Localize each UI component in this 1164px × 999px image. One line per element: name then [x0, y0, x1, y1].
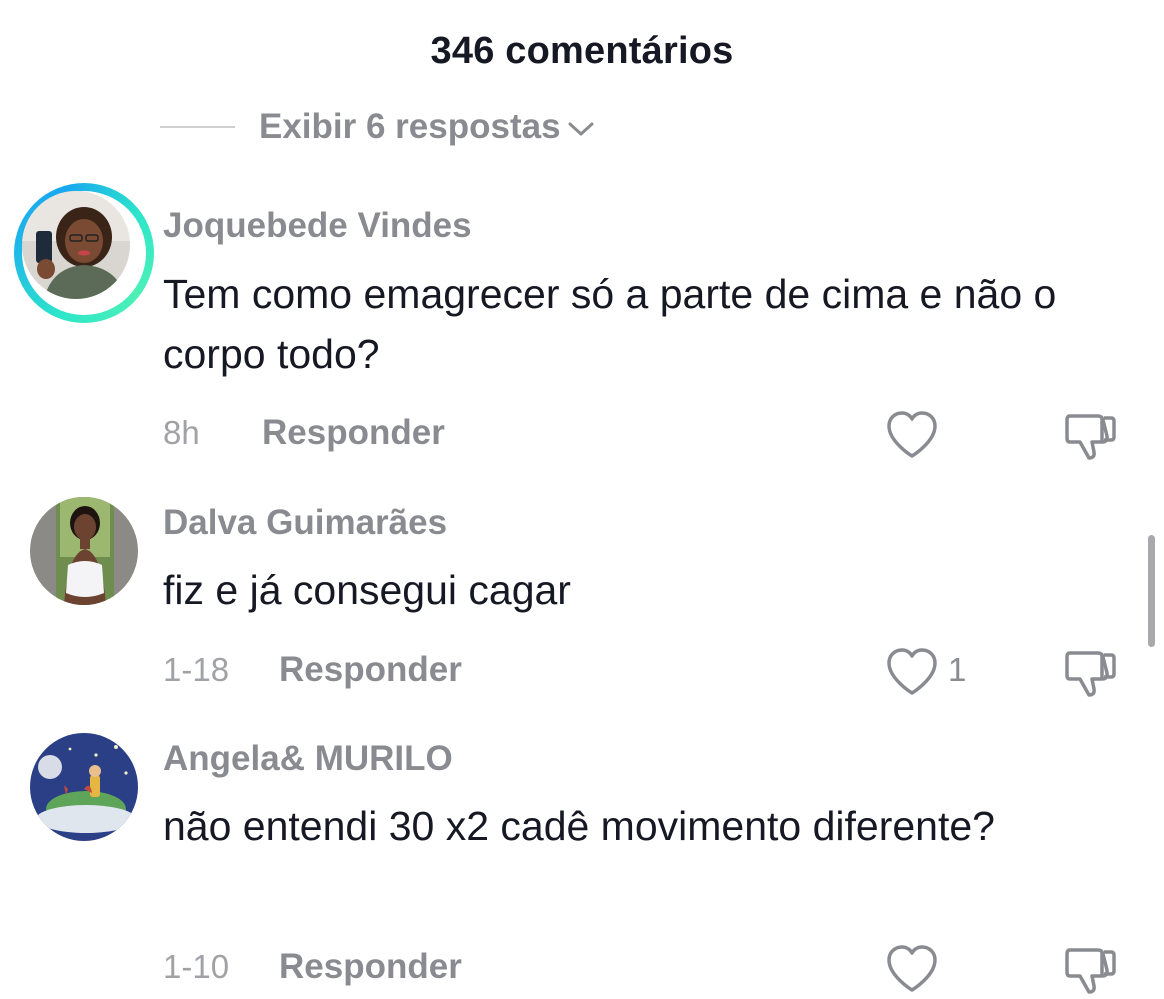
heart-icon[interactable]	[885, 944, 939, 994]
reply-button[interactable]: Responder	[279, 947, 462, 987]
avatar	[22, 191, 130, 299]
comment-timestamp: 8h	[163, 414, 200, 451]
heart-icon[interactable]	[885, 647, 939, 697]
comment-text: não entendi 30 x2 cadê movimento diferen…	[163, 803, 995, 849]
dislike-icon[interactable]	[1062, 942, 1118, 994]
reply-button[interactable]: Responder	[279, 650, 462, 690]
comment-username[interactable]: Joquebede Vindes	[163, 206, 472, 246]
avatar-image	[22, 191, 130, 299]
comments-count-title: 346 comentários	[430, 30, 734, 72]
avatar[interactable]	[30, 733, 138, 841]
reply-button[interactable]: Responder	[262, 413, 445, 453]
avatar-story-ring[interactable]	[14, 183, 154, 323]
chevron-down-icon	[568, 122, 594, 136]
show-replies-button[interactable]: Exibir 6 respostas	[160, 105, 595, 149]
replies-divider	[160, 126, 235, 128]
comment-text: Tem como emagrecer só a parte de cima e …	[163, 271, 1057, 377]
comment-timestamp: 1-10	[163, 948, 230, 985]
comment-username[interactable]: Dalva Guimarães	[163, 503, 447, 543]
scrollbar-thumb[interactable]	[1148, 535, 1155, 647]
dislike-icon[interactable]	[1062, 645, 1118, 697]
show-replies-label: Exibir 6 respostas	[259, 107, 561, 146]
comment-username[interactable]: Angela& MURILO	[163, 739, 453, 779]
avatar[interactable]	[30, 497, 138, 605]
heart-icon[interactable]	[885, 410, 939, 460]
avatar-image	[30, 733, 138, 841]
dislike-icon[interactable]	[1062, 408, 1118, 460]
like-count: 1	[948, 651, 967, 688]
comment-text: fiz e já consegui cagar	[163, 567, 571, 613]
avatar-image	[30, 497, 138, 605]
comment-timestamp: 1-18	[163, 651, 230, 688]
